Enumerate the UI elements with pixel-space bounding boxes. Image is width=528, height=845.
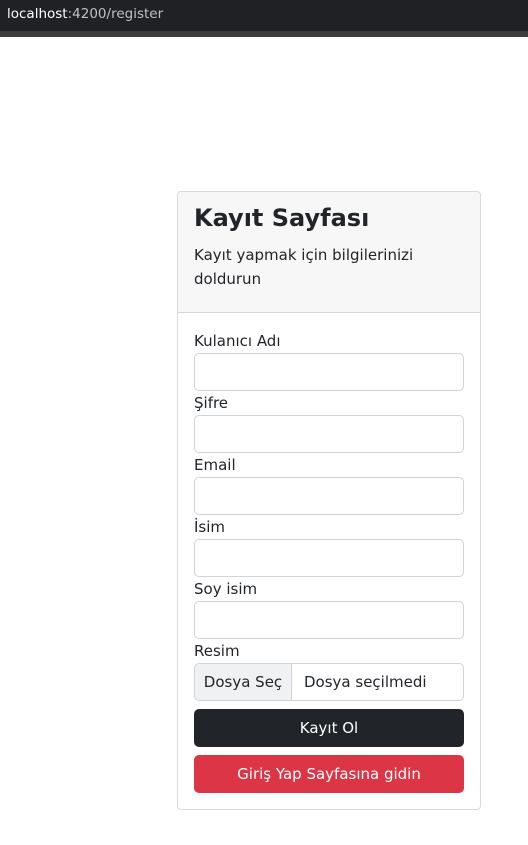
email-label: Email <box>194 456 236 474</box>
register-button[interactable]: Kayıt Ol <box>194 709 464 747</box>
password-input[interactable] <box>194 415 464 453</box>
image-file-input[interactable]: Dosya Seç Dosya seçilmedi <box>194 663 464 701</box>
surname-input[interactable] <box>194 601 464 639</box>
username-label: Kulanıcı Adı <box>194 332 281 350</box>
name-label: İsim <box>194 518 226 536</box>
register-card: Kayıt Sayfası Kayıt yapmak için bilgiler… <box>177 191 481 810</box>
page-subtitle: Kayıt yapmak için bilgilerinizi doldurun <box>194 246 414 288</box>
url-host: localhost <box>7 6 68 22</box>
go-to-login-button[interactable]: Giriş Yap Sayfasına gidin <box>194 755 464 793</box>
email-input[interactable] <box>194 477 464 515</box>
name-input[interactable] <box>194 539 464 577</box>
surname-label: Soy isim <box>194 580 258 598</box>
image-label: Resim <box>194 642 240 660</box>
choose-file-button[interactable]: Dosya Seç <box>195 664 292 700</box>
url-path: :4200/register <box>67 6 164 22</box>
card-header: Kayıt Sayfası Kayıt yapmak için bilgiler… <box>178 192 480 313</box>
username-input[interactable] <box>194 353 464 391</box>
address-bar[interactable]: localhost:4200/register <box>0 0 528 31</box>
page-title: Kayıt Sayfası <box>194 204 370 232</box>
browser-toolbar-edge <box>0 31 528 37</box>
password-label: Şifre <box>194 394 229 412</box>
file-status-text: Dosya seçilmedi <box>304 673 427 691</box>
